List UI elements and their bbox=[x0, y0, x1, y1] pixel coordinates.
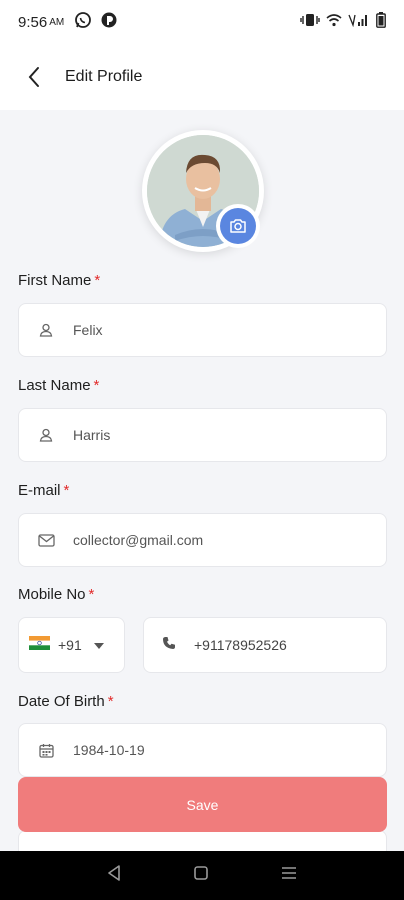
system-nav-bar bbox=[0, 851, 404, 900]
last-name-value: Harris bbox=[73, 427, 111, 443]
signal-icon bbox=[348, 13, 370, 31]
status-ampm: AM bbox=[49, 16, 65, 28]
dob-value: 1984-10-19 bbox=[73, 742, 145, 758]
change-photo-button[interactable] bbox=[216, 204, 260, 248]
last-name-field[interactable]: Harris bbox=[18, 408, 387, 462]
back-button[interactable] bbox=[12, 55, 56, 99]
page-title: Edit Profile bbox=[65, 68, 143, 85]
whatsapp-icon bbox=[74, 11, 92, 33]
first-name-value: Felix bbox=[73, 322, 103, 338]
nav-home-icon[interactable] bbox=[194, 866, 208, 885]
first-name-label: First Name * bbox=[18, 272, 100, 289]
required-marker: * bbox=[94, 272, 101, 289]
required-marker: * bbox=[107, 693, 114, 710]
country-code-select[interactable]: +91 bbox=[18, 617, 125, 673]
app-icon bbox=[100, 11, 118, 33]
vibrate-icon bbox=[300, 13, 320, 31]
required-marker: * bbox=[93, 377, 100, 394]
required-marker: * bbox=[63, 482, 70, 499]
phone-value: +91178952526 bbox=[194, 637, 287, 653]
country-code-value: +91 bbox=[58, 637, 82, 653]
dob-field[interactable]: 1984-10-19 bbox=[18, 723, 387, 777]
status-time: 9:56 bbox=[18, 13, 48, 31]
dob-label-text: Date Of Birth bbox=[18, 693, 105, 710]
mobile-label-text: Mobile No bbox=[18, 586, 86, 603]
mobile-label: Mobile No * bbox=[18, 586, 94, 603]
email-label: E-mail * bbox=[18, 482, 69, 499]
last-name-label: Last Name * bbox=[18, 377, 99, 394]
first-name-label-text: First Name bbox=[18, 272, 92, 289]
wifi-icon bbox=[326, 13, 342, 31]
india-flag-icon bbox=[29, 635, 50, 655]
dob-label: Date Of Birth * bbox=[18, 693, 114, 710]
battery-icon bbox=[376, 12, 386, 32]
phone-field[interactable]: +91178952526 bbox=[143, 617, 387, 673]
app-bar: Edit Profile bbox=[0, 44, 404, 110]
email-label-text: E-mail bbox=[18, 482, 61, 499]
save-button[interactable]: Save bbox=[18, 777, 387, 832]
camera-icon bbox=[230, 219, 246, 233]
nav-recents-icon[interactable] bbox=[281, 866, 297, 885]
user-icon bbox=[37, 426, 55, 444]
last-name-label-text: Last Name bbox=[18, 377, 91, 394]
camera-button-circle bbox=[220, 208, 256, 244]
first-name-field[interactable]: Felix bbox=[18, 303, 387, 357]
chevron-left-icon bbox=[28, 67, 39, 87]
calendar-icon bbox=[37, 741, 55, 759]
status-bar: 9:56 AM bbox=[0, 0, 404, 44]
chevron-down-icon bbox=[93, 636, 104, 654]
user-icon bbox=[37, 321, 55, 339]
required-marker: * bbox=[88, 586, 95, 603]
email-value: collector@gmail.com bbox=[73, 532, 204, 548]
email-field[interactable]: collector@gmail.com bbox=[18, 513, 387, 567]
phone-icon bbox=[162, 636, 176, 655]
mail-icon bbox=[37, 531, 55, 549]
nav-back-icon[interactable] bbox=[107, 865, 121, 886]
